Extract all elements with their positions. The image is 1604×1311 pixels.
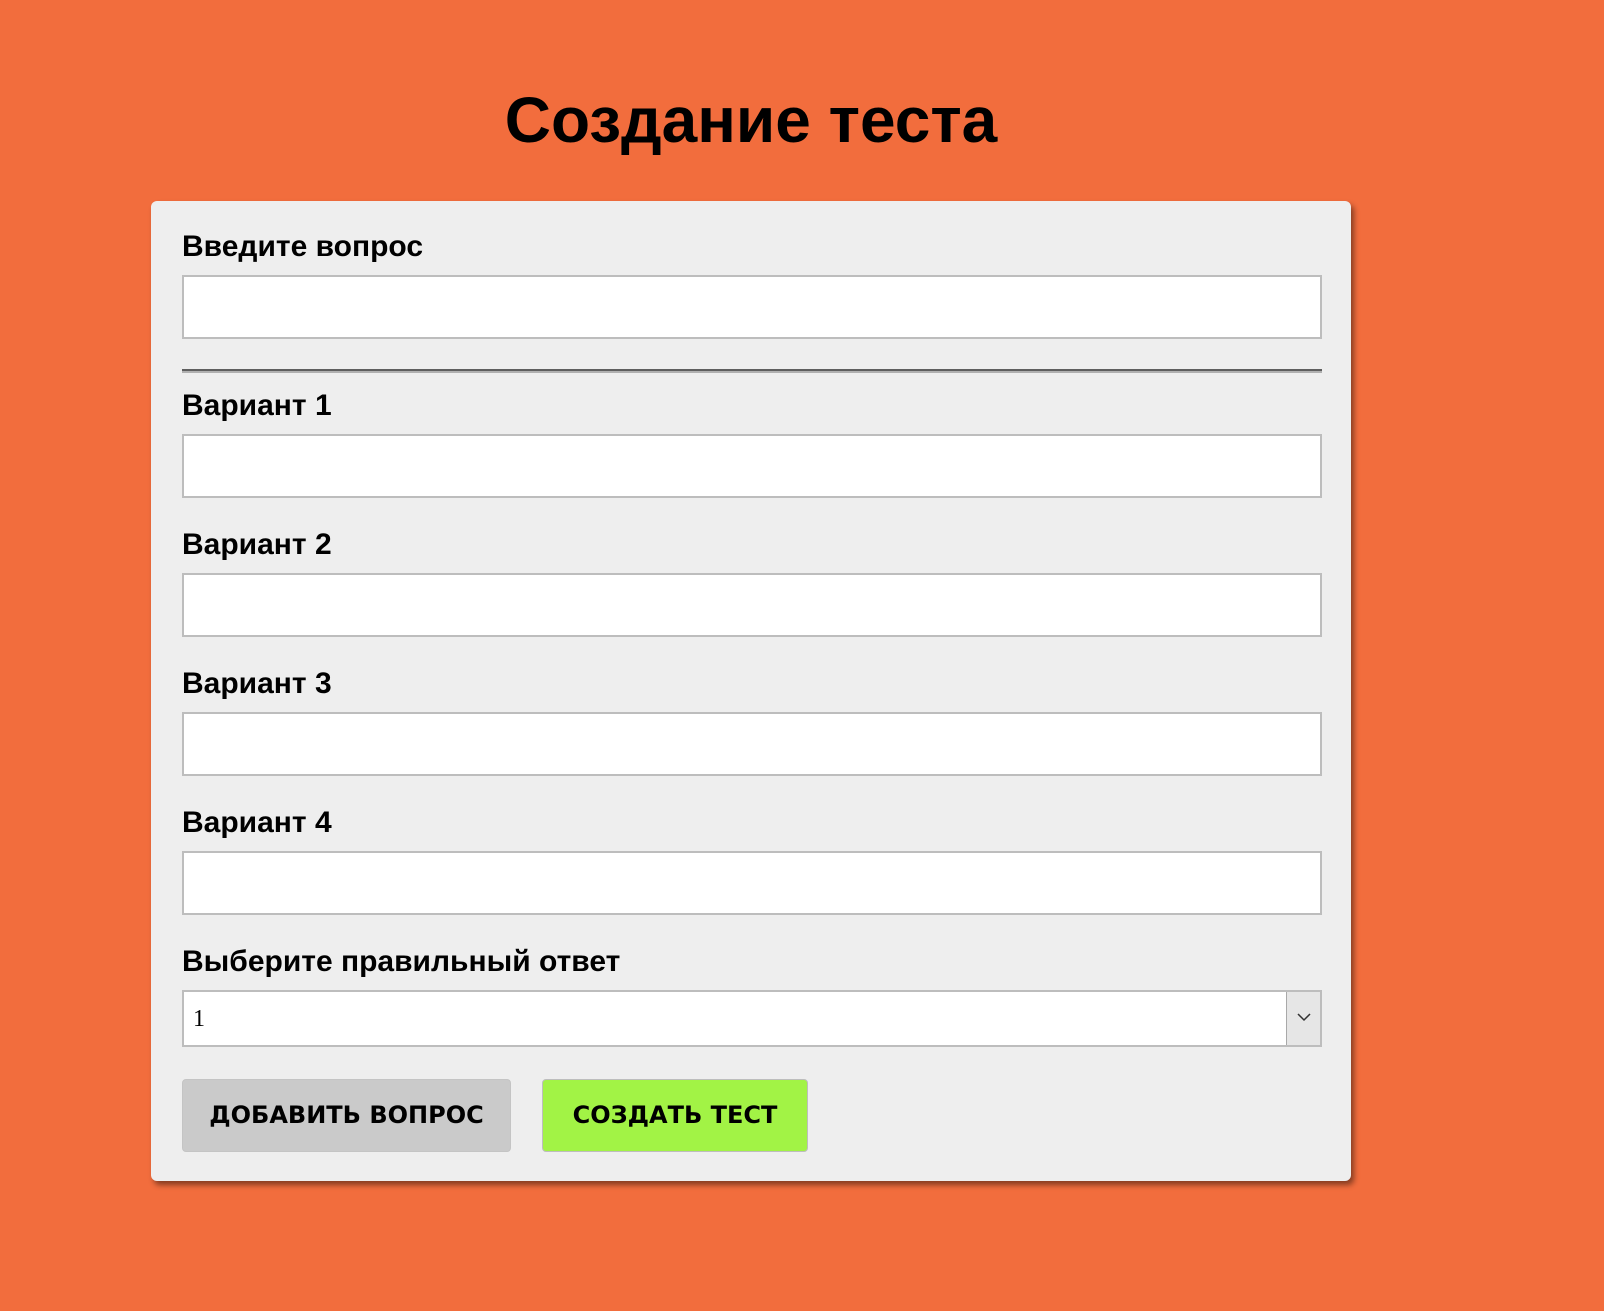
chevron-down-icon [1297,1013,1311,1022]
form-divider [182,369,1322,373]
create-test-button[interactable]: СОЗДАТЬ ТЕСТ [542,1079,808,1152]
question-input[interactable] [182,275,1322,339]
option-1-label: Вариант 1 [182,389,332,422]
option-2-input[interactable] [182,573,1322,637]
option-4-input[interactable] [182,851,1322,915]
question-label: Введите вопрос [182,230,424,263]
option-4-label: Вариант 4 [182,806,332,839]
correct-answer-selected-value: 1 [193,1006,205,1032]
option-3-input[interactable] [182,712,1322,776]
select-dropdown-button[interactable] [1286,992,1320,1045]
correct-answer-label: Выберите правильный ответ [182,945,621,978]
correct-answer-select[interactable]: 1 [182,990,1322,1047]
test-form-card: Введите вопрос Вариант 1 Вариант 2 Вариа… [151,201,1351,1181]
option-1-input[interactable] [182,434,1322,498]
page-title: Создание теста [504,84,998,156]
option-2-label: Вариант 2 [182,528,332,561]
option-3-label: Вариант 3 [182,667,332,700]
add-question-button[interactable]: ДОБАВИТЬ ВОПРОС [182,1079,511,1152]
